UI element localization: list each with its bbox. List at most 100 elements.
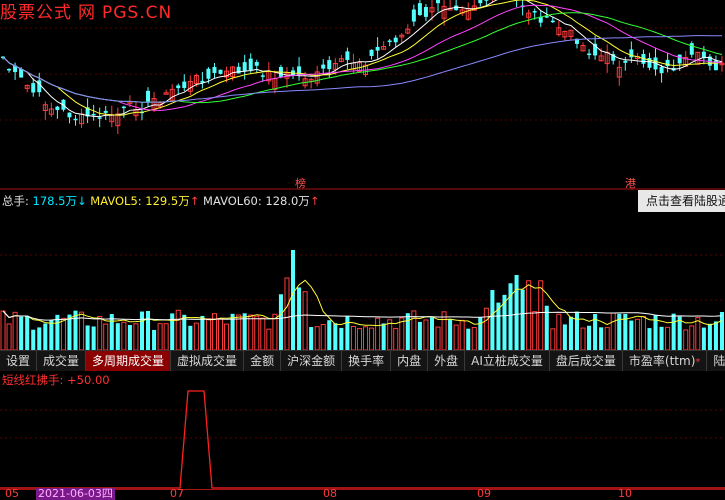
volume-bar — [490, 290, 495, 350]
volume-bar — [629, 320, 634, 350]
volume-bar — [478, 317, 483, 350]
volume-bar — [683, 329, 689, 350]
volume-bar — [466, 328, 471, 350]
volume-bar — [152, 329, 157, 350]
volume-bar — [19, 316, 24, 350]
volume-bar — [60, 317, 66, 350]
tab-1[interactable]: 成交量 — [37, 351, 87, 371]
volume-bar — [604, 327, 610, 350]
tab-4[interactable]: 金额 — [244, 351, 282, 371]
candle — [218, 69, 223, 75]
candle — [556, 20, 562, 37]
tab-5[interactable]: 沪深金额 — [281, 351, 343, 371]
indicator-chart[interactable] — [0, 388, 725, 489]
price-chart[interactable] — [0, 0, 725, 190]
tab-7[interactable]: 内盘 — [391, 351, 429, 371]
volume-bar — [170, 313, 175, 350]
candle — [516, 0, 518, 7]
volume-bar — [266, 328, 272, 350]
candle — [109, 105, 115, 128]
volume-bar — [532, 311, 538, 350]
volume-bar — [429, 317, 434, 350]
volume-bar — [719, 311, 724, 350]
candle — [393, 35, 398, 48]
volume-bar — [610, 312, 616, 350]
candle — [297, 57, 302, 81]
tab-0[interactable]: 设置 — [0, 351, 38, 371]
candle — [436, 0, 441, 12]
volume-bar — [333, 323, 338, 350]
volume-bar — [205, 318, 211, 350]
candle — [520, 0, 525, 16]
candle — [526, 9, 532, 25]
volume-bar — [441, 311, 447, 350]
volume-bar — [599, 327, 604, 350]
tab-9[interactable]: AI立桩成交量 — [465, 351, 550, 371]
mavol60-value: 128.0万 — [265, 194, 310, 208]
tab-8[interactable]: 外盘 — [428, 351, 466, 371]
candle — [121, 105, 126, 118]
volume-bar — [471, 327, 477, 350]
candlestick-chart[interactable] — [0, 0, 725, 190]
volume-bar — [634, 318, 640, 350]
tab-11[interactable]: 市盈率(ttm)* — [623, 351, 708, 371]
volume-bar — [297, 287, 302, 350]
indicator-signal-line — [0, 390, 725, 489]
volume-bar — [514, 275, 519, 350]
watermark-text-1: 股票公式 — [0, 3, 72, 23]
candle — [538, 10, 543, 27]
watermark: 股票公式网 PGS.CN — [0, 0, 178, 23]
total-value: 178.5万 — [32, 194, 77, 208]
volume-bar — [448, 319, 453, 350]
candle — [79, 108, 85, 128]
candle — [133, 101, 139, 121]
candle — [242, 54, 247, 80]
candle — [48, 102, 54, 117]
total-arrow: ↓ — [76, 194, 87, 208]
candle — [405, 24, 411, 35]
annotation-gang[interactable]: 港 — [625, 175, 636, 191]
tab-10[interactable]: 盘后成交量 — [550, 351, 623, 371]
candle — [308, 78, 314, 89]
volume-bar — [713, 321, 718, 350]
volume-bar — [157, 323, 163, 350]
candle — [254, 59, 259, 74]
xaxis-label-4: 09 — [477, 487, 491, 500]
volume-bar — [103, 323, 109, 350]
volume-bar — [67, 314, 72, 350]
candle — [163, 89, 169, 95]
volume-bar — [701, 327, 706, 350]
xaxis-label-0: 05 — [5, 487, 19, 500]
volume-bar — [146, 311, 151, 350]
candle — [85, 98, 90, 124]
volume-bar — [339, 327, 344, 350]
candle — [7, 68, 12, 73]
candle — [266, 62, 272, 85]
ma60-line — [2, 35, 722, 103]
volume-bar — [647, 328, 652, 350]
volume-bars[interactable] — [0, 210, 725, 350]
volume-bar — [49, 319, 54, 350]
hk-connect-tooltip[interactable]: 点击查看陆股通 — [638, 190, 725, 212]
candle — [345, 47, 350, 70]
candle — [695, 51, 701, 65]
volume-bar — [707, 323, 712, 350]
volume-bar — [91, 326, 96, 350]
volume-bar — [689, 325, 695, 350]
annotation-bang[interactable]: 榜 — [295, 175, 306, 191]
candle — [321, 59, 326, 75]
tab-12[interactable]: 陆 — [707, 351, 725, 371]
volume-bar — [43, 323, 48, 350]
time-axis: 05 2021-06-03四 07 08 09 10 — [0, 487, 725, 500]
indicator-line[interactable] — [0, 388, 725, 489]
candle — [604, 44, 610, 73]
mavol5-arrow: ↑ — [189, 194, 200, 208]
candle — [55, 105, 60, 119]
volume-chart[interactable] — [0, 210, 725, 350]
tab-2[interactable]: 多周期成交量 — [86, 351, 172, 371]
volume-bar — [435, 326, 441, 350]
tab-6[interactable]: 换手率 — [342, 351, 392, 371]
tab-3[interactable]: 虚拟成交量 — [171, 351, 245, 371]
volume-bar — [200, 315, 205, 350]
candle — [689, 41, 694, 58]
